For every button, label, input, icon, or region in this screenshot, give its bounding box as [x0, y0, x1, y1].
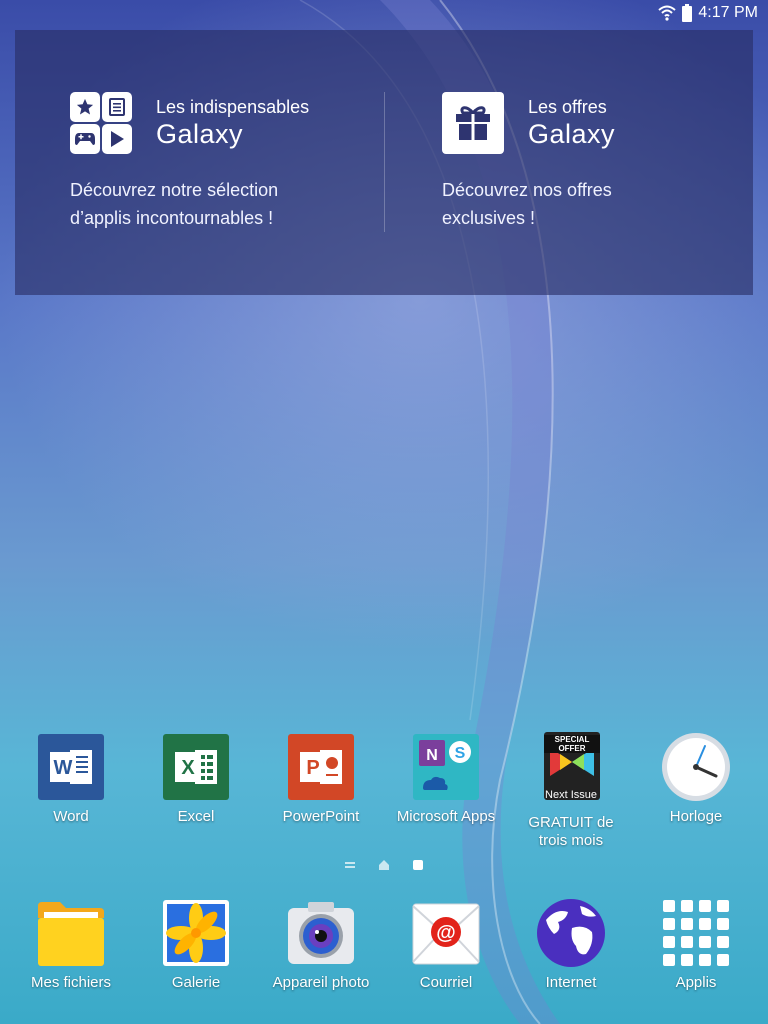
widget-subtitle: Les indispensables [156, 97, 310, 117]
app-drawer[interactable]: Applis [626, 898, 766, 992]
app-label: Appareil photo [272, 974, 370, 991]
excel-icon: X [161, 732, 231, 802]
app-internet[interactable]: Internet [501, 898, 641, 992]
widget-description: Découvrez nos offres exclusives ! [442, 176, 742, 232]
home-apps-row: W Word X Excel P PowerPoint N S Microsof… [0, 732, 768, 852]
clock-time: 4:17 PM [698, 4, 758, 21]
home-page-indicator[interactable] [378, 858, 390, 876]
description-line: Découvrez nos offres [442, 180, 612, 200]
page-indicator-current[interactable] [412, 858, 424, 876]
dock: Mes fichiers Galerie Appareil photo @ Co… [0, 898, 768, 1018]
app-label: Courriel [419, 974, 473, 991]
app-label: Galerie [171, 974, 221, 991]
app-label: Excel [177, 808, 215, 825]
apps-drawer-icon [661, 898, 731, 968]
camera-icon [286, 898, 356, 968]
email-icon: @ [411, 898, 481, 968]
description-line: d’applis incontournables ! [70, 208, 274, 228]
app-my-files[interactable]: Mes fichiers [1, 898, 141, 992]
app-label: Internet [545, 974, 597, 991]
app-label: GRATUIT de trois mois [501, 814, 641, 850]
folder-icon [36, 898, 106, 968]
widget-subtitle: Les offres [528, 97, 607, 117]
app-excel[interactable]: X Excel [126, 732, 266, 826]
svg-text:N: N [426, 747, 438, 764]
widget-description: Découvrez notre sélection d’applis incon… [70, 176, 370, 232]
widget-title: Galaxy [528, 119, 616, 149]
app-clock[interactable]: Horloge [626, 732, 766, 826]
gift-icon [442, 92, 504, 154]
clock-icon [661, 732, 731, 802]
battery-icon [682, 4, 693, 22]
svg-text:P: P [306, 757, 319, 779]
next-issue-brand: Next Issue [545, 789, 597, 801]
app-label-line: GRATUIT de [528, 814, 614, 831]
description-line: exclusives ! [442, 208, 536, 228]
app-microsoft-apps[interactable]: N S Microsoft Apps [376, 732, 516, 826]
app-camera[interactable]: Appareil photo [251, 898, 391, 992]
app-label: Applis [675, 974, 717, 991]
word-icon: W [36, 732, 106, 802]
next-issue-icon: SPECIAL OFFER Next Issue [536, 732, 606, 802]
wifi-icon [658, 5, 677, 21]
svg-text:@: @ [436, 922, 456, 944]
app-label: Mes fichiers [30, 974, 112, 991]
description-line: Découvrez notre sélection [70, 180, 279, 200]
gallery-icon [161, 898, 231, 968]
app-label: PowerPoint [282, 808, 360, 825]
app-powerpoint[interactable]: P PowerPoint [251, 732, 391, 826]
microsoft-apps-icon: N S [411, 732, 481, 802]
galaxy-widget: Les indispensables Galaxy Découvrez notr… [15, 30, 753, 295]
svg-text:W: W [54, 757, 73, 779]
app-label: Horloge [669, 808, 723, 825]
powerpoint-icon: P [286, 732, 356, 802]
galaxy-offers-card[interactable]: Les offres Galaxy Découvrez nos offres e… [442, 92, 742, 232]
status-bar: 4:17 PM [0, 0, 768, 26]
app-label-line: trois mois [538, 832, 604, 849]
app-next-issue[interactable]: SPECIAL OFFER Next Issue GRATUIT de troi… [501, 732, 641, 850]
special-offer-badge: SPECIAL OFFER [544, 735, 600, 753]
svg-text:X: X [181, 757, 195, 779]
widget-title: Galaxy [156, 119, 244, 149]
app-gallery[interactable]: Galerie [126, 898, 266, 992]
widget-divider [384, 92, 385, 232]
galaxy-essentials-card[interactable]: Les indispensables Galaxy Découvrez notr… [70, 92, 370, 232]
page-indicator [0, 858, 768, 872]
app-label: Word [53, 808, 89, 825]
app-label: Microsoft Apps [396, 808, 496, 825]
svg-text:S: S [455, 745, 466, 762]
globe-icon [536, 898, 606, 968]
app-email[interactable]: @ Courriel [376, 898, 516, 992]
app-word[interactable]: W Word [1, 732, 141, 826]
apps-grid-icon [70, 92, 132, 154]
page-list-indicator[interactable] [344, 858, 356, 876]
